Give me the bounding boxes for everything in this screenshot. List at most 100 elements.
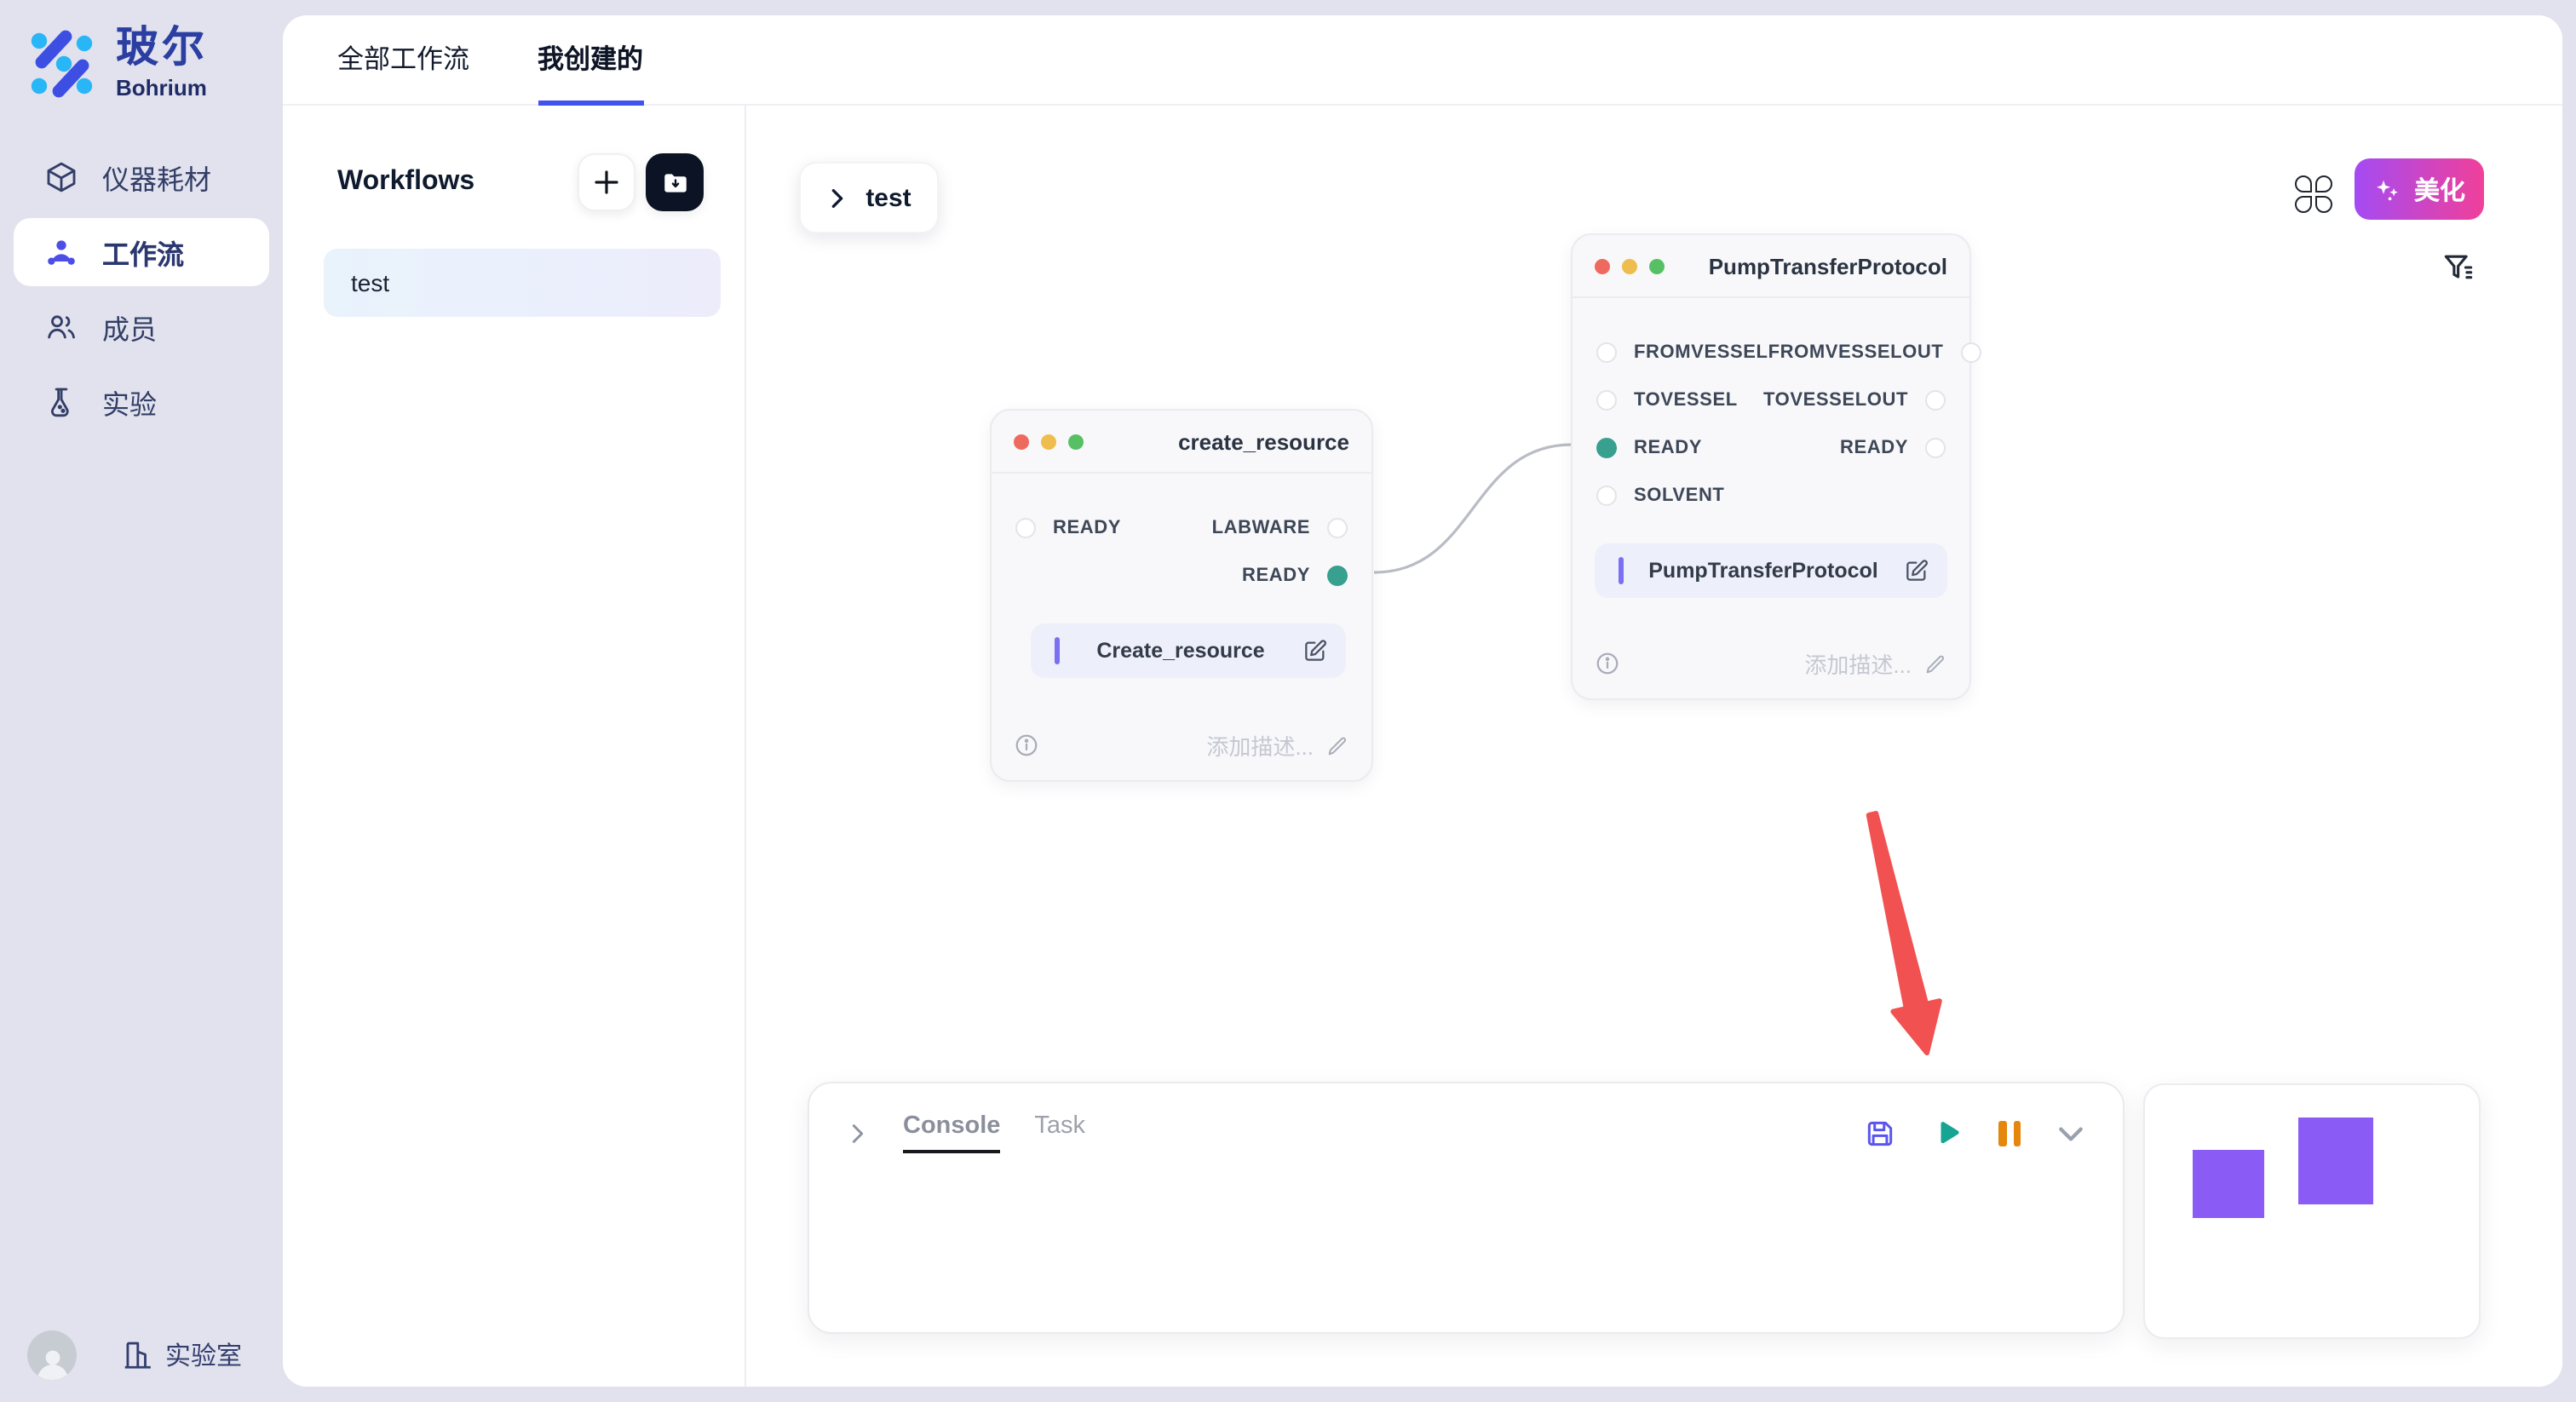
play-icon[interactable] — [1932, 1118, 1963, 1148]
input-port-ready-connected[interactable] — [1596, 438, 1617, 458]
chevron-down-icon[interactable] — [2056, 1118, 2085, 1147]
app-root: 玻尔 Bohrium 仪器耗材 工作流 — [0, 0, 2576, 1402]
lab-label: 实验室 — [165, 1337, 242, 1373]
tab-all-workflows[interactable]: 全部工作流 — [337, 15, 469, 106]
output-port-labware[interactable] — [1327, 518, 1348, 538]
traffic-light-green[interactable] — [1649, 258, 1665, 273]
sparkles-icon — [2373, 175, 2402, 204]
port-label: TOVESSEL — [1634, 390, 1738, 411]
output-port-ready-connected[interactable] — [1327, 566, 1348, 586]
sidebar-item-instruments[interactable]: 仪器耗材 — [14, 143, 269, 211]
node-footer: 添加描述... — [992, 729, 1371, 780]
minimap-node-pump-transfer — [2298, 1118, 2373, 1204]
output-port-tovesselout[interactable] — [1925, 390, 1946, 411]
console-panel: Console Task — [808, 1082, 2125, 1334]
sidebar: 玻尔 Bohrium 仪器耗材 工作流 — [0, 0, 283, 1402]
brand-logo[interactable]: 玻尔 Bohrium — [27, 27, 208, 99]
sidebar-item-experiments[interactable]: 实验 — [14, 368, 269, 436]
node-pump-transfer-protocol[interactable]: PumpTransferProtocol FROMVESSEL FROMVESS… — [1571, 233, 1971, 700]
workflow-list: test — [283, 211, 745, 317]
pencil-icon — [1325, 733, 1349, 757]
brand-name-en: Bohrium — [116, 77, 208, 99]
description-placeholder: 添加描述... — [1206, 729, 1314, 761]
port-label: SOLVENT — [1634, 486, 1724, 506]
node-connection-edge — [1374, 445, 1572, 572]
minimap[interactable] — [2143, 1083, 2481, 1339]
save-icon[interactable] — [1864, 1117, 1896, 1149]
input-port-ready[interactable] — [1015, 518, 1036, 538]
brand-name-zh: 玻尔 — [116, 27, 208, 70]
port-label: READY — [1840, 438, 1908, 458]
user-avatar[interactable] — [27, 1330, 77, 1380]
traffic-light-red[interactable] — [1595, 258, 1610, 273]
port-label: LABWARE — [1212, 518, 1310, 538]
node-title: create_resource — [1178, 428, 1349, 454]
sidebar-item-members[interactable]: 成员 — [14, 293, 269, 361]
output-port-fromvesselout[interactable] — [1960, 342, 1981, 363]
breadcrumb[interactable]: test — [799, 162, 939, 233]
tab-created-by-me[interactable]: 我创建的 — [538, 15, 643, 106]
import-folder-button[interactable] — [646, 153, 704, 211]
node-action-pill[interactable]: Create_resource — [1031, 623, 1346, 678]
console-header: Console Task — [809, 1083, 2123, 1172]
beautify-label: 美化 — [2414, 171, 2465, 207]
sidebar-item-workflow[interactable]: 工作流 — [14, 218, 269, 286]
add-description[interactable]: 添加描述... — [1206, 729, 1349, 761]
workflows-panel-title: Workflows — [337, 167, 474, 198]
workflow-tabbar: 全部工作流 我创建的 — [283, 15, 2562, 106]
port-label: READY — [1053, 518, 1121, 538]
add-workflow-button[interactable] — [578, 153, 635, 211]
pill-accent-bar — [1619, 557, 1624, 584]
workflow-canvas[interactable]: test 美化 — [746, 106, 2562, 1387]
console-actions — [1864, 1117, 2085, 1149]
port-label: READY — [1634, 438, 1702, 458]
edit-icon[interactable] — [1302, 637, 1329, 664]
sidebar-footer: 实验室 — [27, 1330, 242, 1380]
task-tab[interactable]: Task — [1034, 1112, 1085, 1153]
pill-label: PumpTransferProtocol — [1634, 559, 1893, 583]
collapse-chevron-icon[interactable] — [847, 1122, 869, 1144]
annotation-arrow — [1869, 813, 1940, 1053]
console-tab[interactable]: Console — [903, 1112, 1000, 1153]
node-action-pill[interactable]: PumpTransferProtocol — [1595, 543, 1947, 598]
lab-switcher[interactable]: 实验室 — [121, 1337, 242, 1373]
description-placeholder: 添加描述... — [1804, 647, 1912, 680]
pause-icon[interactable] — [1998, 1120, 2021, 1146]
sidebar-nav: 仪器耗材 工作流 成员 实验 — [0, 143, 283, 436]
package-icon — [44, 160, 78, 194]
info-icon[interactable] — [1014, 733, 1039, 758]
edit-icon[interactable] — [1903, 557, 1930, 584]
sidebar-item-label: 仪器耗材 — [102, 157, 211, 198]
input-port-tovessel[interactable] — [1596, 390, 1617, 411]
info-icon[interactable] — [1595, 651, 1620, 676]
building-icon — [121, 1339, 153, 1371]
pencil-icon — [1923, 652, 1947, 675]
beautify-button[interactable]: 美化 — [2355, 158, 2484, 220]
pill-accent-bar — [1055, 637, 1060, 664]
breadcrumb-label: test — [865, 183, 911, 212]
traffic-light-yellow[interactable] — [1622, 258, 1637, 273]
avatar-person-icon — [33, 1346, 71, 1380]
members-icon — [44, 310, 78, 344]
filter-icon[interactable] — [2440, 249, 2477, 286]
input-port-solvent[interactable] — [1596, 486, 1617, 506]
minimap-node-create-resource — [2193, 1150, 2264, 1218]
node-ports: FROMVESSEL FROMVESSELOUT TOVESSEL TOVESS… — [1573, 298, 1969, 520]
input-port-fromvessel[interactable] — [1596, 342, 1617, 363]
layout-grid-icon[interactable] — [2295, 175, 2332, 213]
node-header: PumpTransferProtocol — [1573, 235, 1969, 298]
node-create-resource[interactable]: create_resource READY LABWARE READY C — [990, 409, 1373, 782]
output-port-ready[interactable] — [1925, 438, 1946, 458]
chevron-right-icon — [826, 187, 848, 209]
traffic-lights[interactable] — [1595, 258, 1665, 273]
sidebar-item-label: 工作流 — [102, 232, 184, 273]
main-content: 全部工作流 我创建的 Workflows — [283, 15, 2562, 1387]
add-description[interactable]: 添加描述... — [1804, 647, 1947, 680]
port-label: READY — [1242, 566, 1310, 586]
workflow-list-item[interactable]: test — [324, 249, 721, 317]
traffic-light-yellow[interactable] — [1041, 434, 1056, 449]
traffic-light-red[interactable] — [1014, 434, 1029, 449]
node-header: create_resource — [992, 411, 1371, 474]
traffic-lights[interactable] — [1014, 434, 1084, 449]
traffic-light-green[interactable] — [1068, 434, 1084, 449]
